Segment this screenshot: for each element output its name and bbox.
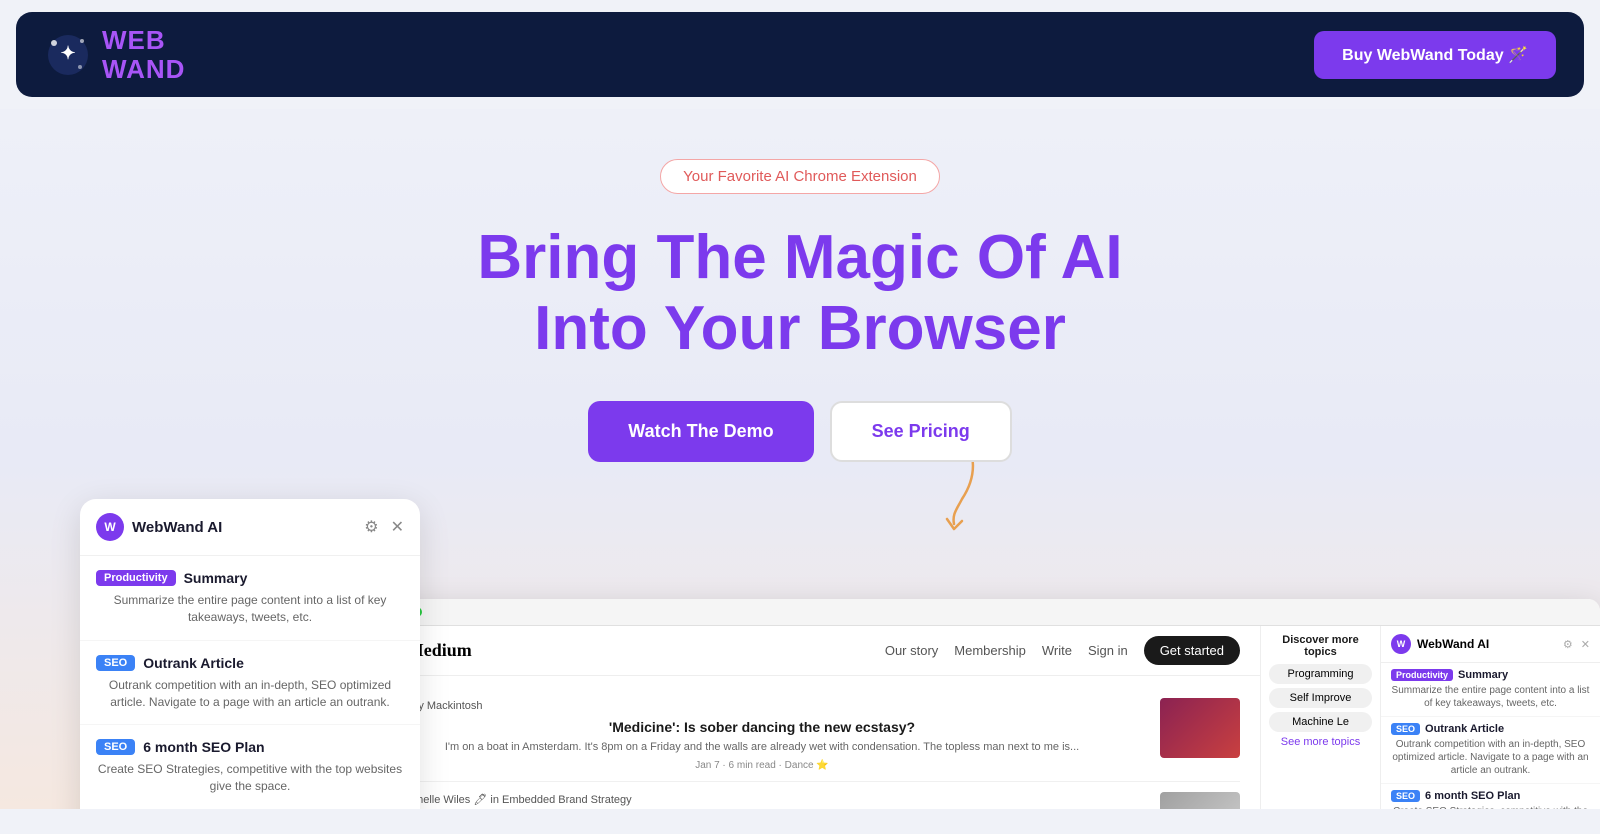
- watch-demo-button[interactable]: Watch The Demo: [588, 401, 813, 462]
- list-item: SEO 6 month SEO Plan Create SEO Strategi…: [1381, 784, 1600, 809]
- mini-widget-avatar: W: [1391, 634, 1411, 654]
- item-header: SEO Outrank Article: [96, 655, 404, 671]
- seo-tag: SEO: [96, 739, 135, 755]
- mini-close-icon[interactable]: ✕: [1581, 638, 1590, 651]
- mini-webwand-widget: W WebWand AI ⚙ ✕ Productivity Summary Su…: [1380, 626, 1600, 809]
- widget-name: WebWand AI: [132, 519, 222, 536]
- article-title: 'Medicine': Is sober dancing the new ecs…: [380, 718, 1144, 736]
- mini-item-header: Productivity Summary: [1391, 669, 1590, 681]
- article-author: Polly Mackintosh: [380, 698, 1144, 714]
- article-image: [1160, 792, 1240, 809]
- article-excerpt: I'm on a boat in Amsterdam. It's 8pm on …: [380, 740, 1144, 755]
- mini-productivity-tag: Productivity: [1391, 669, 1453, 681]
- mini-item-header: SEO Outrank Article: [1391, 723, 1590, 735]
- browser-bar: [360, 599, 1600, 626]
- browser-screenshot: ●▮ Medium Our story Membership Write Sig…: [360, 599, 1600, 809]
- medium-nav-links: Our story Membership Write Sign in Get s…: [885, 636, 1240, 665]
- article-meta: Jan 7 · 6 min read · Dance ⭐: [380, 760, 1144, 771]
- item-desc: Outrank competition with an in-depth, SE…: [96, 677, 404, 711]
- mini-widget-title-area: W WebWand AI: [1391, 634, 1489, 654]
- discover-tag[interactable]: Programming: [1269, 664, 1372, 684]
- mini-item-title: Outrank Article: [1425, 723, 1504, 735]
- item-title: 6 month SEO Plan: [143, 739, 264, 755]
- hero-buttons: Watch The Demo See Pricing: [20, 401, 1580, 462]
- svg-text:✦: ✦: [60, 43, 75, 63]
- widget-controls: ⚙ ✕: [364, 517, 404, 537]
- list-item: Productivity Summary Summarize the entir…: [1381, 663, 1600, 717]
- mini-item-desc: Create SEO Strategies, competitive with …: [1391, 805, 1590, 809]
- mini-item-header: SEO 6 month SEO Plan: [1391, 790, 1590, 802]
- seo-tag: SEO: [96, 655, 135, 671]
- see-more-topics-link[interactable]: See more topics: [1269, 736, 1372, 748]
- hero-section: Your Favorite AI Chrome Extension Bring …: [0, 109, 1600, 809]
- mini-settings-icon[interactable]: ⚙: [1563, 638, 1573, 651]
- mini-item-title: 6 month SEO Plan: [1425, 790, 1520, 802]
- mini-widget-name: WebWand AI: [1417, 637, 1489, 651]
- list-item: SEO 6 month SEO Plan Create SEO Strategi…: [80, 725, 420, 809]
- item-desc: Summarize the entire page content into a…: [96, 592, 404, 626]
- medium-page: ●▮ Medium Our story Membership Write Sig…: [360, 626, 1260, 809]
- item-header: SEO 6 month SEO Plan: [96, 739, 404, 755]
- medium-nav: ●▮ Medium Our story Membership Write Sig…: [360, 626, 1260, 676]
- mini-item-desc: Summarize the entire page content into a…: [1391, 684, 1590, 710]
- item-title: Summary: [184, 570, 248, 586]
- mini-item-title: Summary: [1458, 669, 1508, 681]
- mini-item-desc: Outrank competition with an in-depth, SE…: [1391, 738, 1590, 777]
- article-author: Michelle Wiles 🖊 in Embedded Brand Strat…: [380, 792, 1144, 808]
- discover-panel: Discover more topics Programming Self Im…: [1260, 626, 1380, 809]
- logo-icon: ✦: [44, 31, 92, 79]
- list-item: SEO Outrank Article Outrank competition …: [1381, 717, 1600, 784]
- mini-seo-tag: SEO: [1391, 790, 1420, 802]
- widget-avatar: W: [96, 513, 124, 541]
- logo: ✦ WEB WAND: [44, 26, 185, 83]
- browser-content: ●▮ Medium Our story Membership Write Sig…: [360, 626, 1600, 809]
- list-item: Productivity Summary Summarize the entir…: [80, 556, 420, 641]
- item-header: Productivity Summary: [96, 570, 404, 586]
- discover-tag[interactable]: Self Improve: [1269, 688, 1372, 708]
- see-pricing-button[interactable]: See Pricing: [830, 401, 1012, 462]
- buy-button[interactable]: Buy WebWand Today 🪄: [1314, 31, 1556, 79]
- mini-seo-tag: SEO: [1391, 723, 1420, 735]
- article-text: Polly Mackintosh 'Medicine': Is sober da…: [380, 698, 1144, 771]
- article-image: [1160, 698, 1240, 758]
- mini-widget-header: W WebWand AI ⚙ ✕: [1381, 626, 1600, 663]
- table-row: Michelle Wiles 🖊 in Embedded Brand Strat…: [380, 782, 1240, 809]
- table-row: Polly Mackintosh 'Medicine': Is sober da…: [380, 688, 1240, 782]
- our-story-link[interactable]: Our story: [885, 643, 938, 658]
- membership-link[interactable]: Membership: [954, 643, 1026, 658]
- close-icon[interactable]: ✕: [391, 517, 404, 537]
- logo-name: WEB WAND: [102, 26, 185, 83]
- hero-badge: Your Favorite AI Chrome Extension: [660, 159, 940, 194]
- medium-articles: Polly Mackintosh 'Medicine': Is sober da…: [360, 676, 1260, 809]
- webwand-widget-panel: W WebWand AI ⚙ ✕ Productivity Summary Su…: [80, 499, 420, 809]
- navbar: ✦ WEB WAND Buy WebWand Today 🪄: [16, 12, 1584, 97]
- article-text: Michelle Wiles 🖊 in Embedded Brand Strat…: [380, 792, 1144, 809]
- mini-widget-controls: ⚙ ✕: [1563, 638, 1590, 651]
- settings-icon[interactable]: ⚙: [364, 517, 378, 537]
- list-item: SEO Outrank Article Outrank competition …: [80, 641, 420, 726]
- hero-title: Bring The Magic Of AI Into Your Browser: [20, 222, 1580, 365]
- widget-title-area: W WebWand AI: [96, 513, 222, 541]
- discover-tag[interactable]: Machine Le: [1269, 712, 1372, 732]
- logo-text: WEB WAND: [102, 26, 185, 83]
- get-started-button[interactable]: Get started: [1144, 636, 1240, 665]
- sign-in-link[interactable]: Sign in: [1088, 643, 1128, 658]
- discover-title: Discover more topics: [1269, 634, 1372, 658]
- widget-header: W WebWand AI ⚙ ✕: [80, 499, 420, 556]
- item-title: Outrank Article: [143, 655, 244, 671]
- productivity-tag: Productivity: [96, 570, 176, 586]
- item-desc: Create SEO Strategies, competitive with …: [96, 761, 404, 795]
- write-link[interactable]: Write: [1042, 643, 1072, 658]
